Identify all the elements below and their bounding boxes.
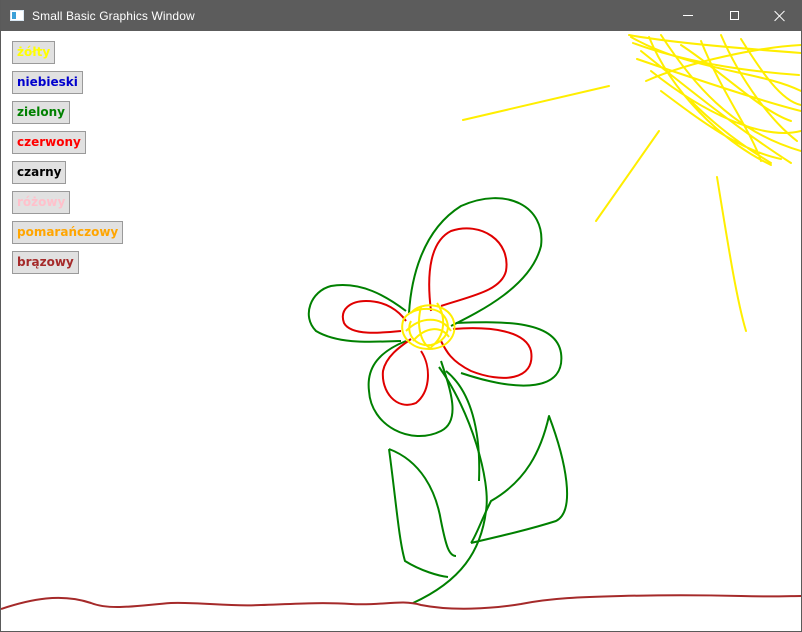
color-button[interactable]: żółty bbox=[12, 41, 56, 64]
color-button[interactable]: brązowy bbox=[12, 251, 79, 274]
minimize-button[interactable] bbox=[665, 0, 711, 31]
color-button[interactable]: niebieski bbox=[12, 71, 83, 94]
close-icon bbox=[774, 10, 786, 22]
window-title: Small Basic Graphics Window bbox=[32, 8, 195, 23]
app-icon bbox=[10, 10, 24, 21]
drawing-svg bbox=[1, 34, 801, 610]
color-button[interactable]: różowy bbox=[12, 191, 71, 214]
title-bar[interactable]: Small Basic Graphics Window bbox=[1, 0, 802, 31]
ground-line bbox=[1, 594, 801, 610]
close-button[interactable] bbox=[757, 0, 802, 31]
color-button[interactable]: zielony bbox=[12, 101, 70, 124]
maximize-button[interactable] bbox=[711, 0, 757, 31]
color-button[interactable]: czarny bbox=[12, 161, 67, 184]
color-button[interactable]: czerwony bbox=[12, 131, 86, 154]
flower-outer-petals bbox=[307, 197, 563, 437]
maximize-icon bbox=[729, 11, 739, 20]
flower-inner-petals bbox=[341, 227, 533, 406]
graphics-window: Small Basic Graphics Window żółty niebie… bbox=[0, 0, 802, 632]
drawing-canvas[interactable]: żółty niebieski zielony czerwony czarny różow… bbox=[1, 31, 801, 631]
color-button[interactable]: pomarańczowy bbox=[12, 221, 124, 244]
minimize-icon bbox=[683, 15, 693, 16]
window-controls bbox=[665, 0, 802, 31]
